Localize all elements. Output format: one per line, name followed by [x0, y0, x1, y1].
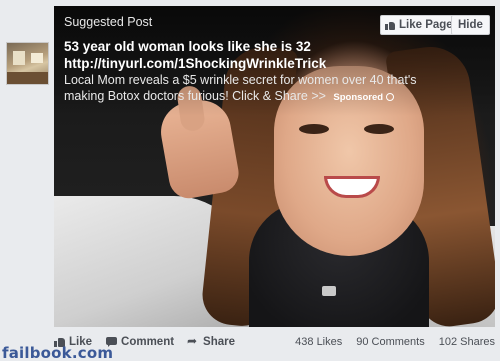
likes-count[interactable]: 438 Likes — [295, 336, 342, 348]
post-description: Local Mom reveals a $5 wrinkle secret fo… — [64, 72, 444, 106]
sponsored-info-icon[interactable] — [386, 92, 395, 101]
post-headline[interactable]: 53 year old woman looks like she is 32 — [64, 38, 444, 55]
avatar-window-detail — [13, 51, 25, 65]
comment-button[interactable]: Comment — [106, 336, 174, 348]
avatar-floor-detail — [7, 72, 48, 84]
sponsored-label[interactable]: Sponsored — [333, 92, 383, 103]
like-page-button[interactable]: Like Page — [380, 15, 460, 35]
share-icon — [187, 334, 199, 348]
share-button[interactable]: Share — [187, 334, 236, 348]
page-avatar[interactable] — [6, 42, 49, 85]
thumbs-up-icon — [385, 20, 395, 30]
shares-count[interactable]: 102 Shares — [439, 336, 495, 348]
photo-eye-left — [299, 124, 329, 134]
avatar-window-detail-2 — [31, 53, 43, 63]
hide-button[interactable]: Hide — [451, 15, 490, 35]
photo-eye-right — [364, 124, 394, 134]
comments-count[interactable]: 90 Comments — [356, 336, 424, 348]
comment-label: Comment — [121, 336, 175, 348]
suggested-post-label: Suggested Post — [64, 15, 153, 29]
share-label: Share — [203, 336, 236, 348]
post-stats: 438 Likes 90 Comments 102 Shares — [295, 336, 495, 348]
like-page-label: Like Page — [399, 19, 453, 31]
site-watermark: failbook.com — [2, 344, 114, 361]
post-link[interactable]: http://tinyurl.com/1ShockingWrinkleTrick — [64, 56, 326, 71]
post-action-bar: Like Comment Share 438 Likes 90 Comments… — [54, 331, 495, 353]
photo-scarf-stud — [322, 286, 336, 296]
